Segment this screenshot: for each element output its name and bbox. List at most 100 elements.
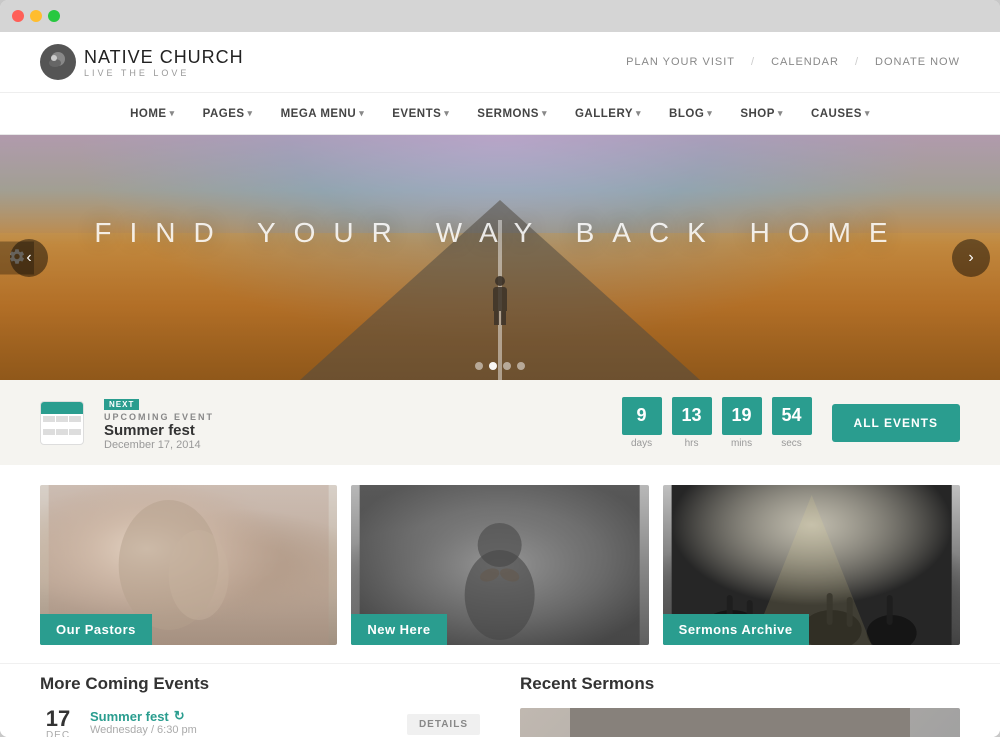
event-date: December 17, 2014 xyxy=(104,439,602,451)
slider-next-btn[interactable]: › xyxy=(952,239,990,277)
featured-card-new-here[interactable]: New Here xyxy=(351,485,648,645)
cal-cell-5 xyxy=(56,429,68,435)
main-nav: HOME ▾ PAGES ▾ MEGA MENU ▾ EVENTS ▾ SERM… xyxy=(0,93,1000,135)
nav-item-megamenu[interactable]: MEGA MENU ▾ xyxy=(267,93,379,135)
featured-card-pastors[interactable]: Our Pastors xyxy=(40,485,337,645)
countdown-mins: 19 mins xyxy=(722,397,762,449)
all-events-button[interactable]: ALL EVENTS xyxy=(832,404,960,442)
figure-leg-left xyxy=(494,311,499,325)
header-divider-1: / xyxy=(751,56,755,68)
nav-item-sermons[interactable]: SERMONS ▾ xyxy=(463,93,561,135)
countdown-hrs: 13 hrs xyxy=(672,397,712,449)
slider-dot-4[interactable] xyxy=(517,362,525,370)
event-details-button[interactable]: DETAILS xyxy=(407,714,480,735)
events-column: More Coming Events 17 DEC Summer fest ↻ … xyxy=(40,674,480,737)
browser-close-btn[interactable] xyxy=(12,10,24,22)
countdown-hrs-label: hrs xyxy=(685,438,699,449)
event-date-box: 17 DEC xyxy=(40,708,76,737)
header-links: PLAN YOUR VISIT / CALENDAR / DONATE NOW xyxy=(626,56,960,68)
cal-icon-header xyxy=(41,402,83,414)
slider-dot-3[interactable] xyxy=(503,362,511,370)
nav-item-blog[interactable]: BLOG ▾ xyxy=(655,93,726,135)
countdown-secs-label: secs xyxy=(781,438,802,449)
countdown-days-label: days xyxy=(631,438,652,449)
event-month-name: DEC xyxy=(40,730,76,737)
featured-card-sermons[interactable]: Sermons Archive xyxy=(663,485,960,645)
upcoming-label: UPCOMING EVENT xyxy=(104,412,602,422)
browser-titlebar xyxy=(0,0,1000,32)
countdown-timer: 9 days 13 hrs 19 mins 54 secs xyxy=(622,397,812,449)
logo-title: NATIVE CHURCH xyxy=(84,47,244,68)
nav-item-shop[interactable]: SHOP ▾ xyxy=(726,93,797,135)
events-heading: More Coming Events xyxy=(40,674,480,694)
nav-item-causes[interactable]: CAUSES ▾ xyxy=(797,93,884,135)
browser-maximize-btn[interactable] xyxy=(48,10,60,22)
countdown-mins-label: mins xyxy=(731,438,752,449)
countdown-hrs-value: 13 xyxy=(672,397,712,435)
event-info: NEXT UPCOMING EVENT Summer fest December… xyxy=(104,394,602,451)
figure-leg-right xyxy=(501,311,506,325)
featured-section: Our Pastors xyxy=(0,465,1000,663)
calendar-link[interactable]: CALENDAR xyxy=(771,56,839,68)
new-here-label: New Here xyxy=(351,614,446,645)
logo-icon xyxy=(40,44,76,80)
nav-item-home[interactable]: HOME ▾ xyxy=(116,93,189,135)
slider-dot-2[interactable] xyxy=(489,362,497,370)
logo-area[interactable]: NATIVE CHURCH LIVE THE LOVE xyxy=(40,44,244,80)
bottom-section: More Coming Events 17 DEC Summer fest ↻ … xyxy=(0,663,1000,737)
cal-cell-2 xyxy=(56,416,68,422)
event-day-num: 17 xyxy=(40,708,76,730)
hero-tagline: FIND YOUR WAY BACK HOME xyxy=(94,217,905,249)
slider-prev-btn[interactable]: ‹ xyxy=(10,239,48,277)
cal-cell-4 xyxy=(43,429,55,435)
event-bar: NEXT UPCOMING EVENT Summer fest December… xyxy=(0,380,1000,465)
cal-cell-6 xyxy=(69,429,81,435)
featured-grid: Our Pastors xyxy=(40,485,960,645)
figure-legs xyxy=(494,311,506,325)
event-item-title: Summer fest ↻ xyxy=(90,708,393,724)
event-next-badge: NEXT xyxy=(104,399,139,410)
nav-arrow-mega: ▾ xyxy=(359,108,364,119)
slider-dot-1[interactable] xyxy=(475,362,483,370)
slider-dots xyxy=(475,362,525,370)
cal-cell-3 xyxy=(69,416,81,422)
donate-link[interactable]: DONATE NOW xyxy=(875,56,960,68)
nav-item-pages[interactable]: PAGES ▾ xyxy=(189,93,267,135)
nav-arrow-pages: ▾ xyxy=(248,108,253,119)
cal-icon-body xyxy=(41,414,83,444)
figure-body xyxy=(493,287,507,311)
nav-arrow-shop: ▾ xyxy=(778,108,783,119)
nav-items-list: HOME ▾ PAGES ▾ MEGA MENU ▾ EVENTS ▾ SERM… xyxy=(116,93,884,135)
site-header: NATIVE CHURCH LIVE THE LOVE PLAN YOUR VI… xyxy=(0,32,1000,93)
nav-item-events[interactable]: EVENTS ▾ xyxy=(378,93,463,135)
browser-window: NATIVE CHURCH LIVE THE LOVE PLAN YOUR VI… xyxy=(0,0,1000,737)
logo-tagline: LIVE THE LOVE xyxy=(84,68,244,78)
browser-minimize-btn[interactable] xyxy=(30,10,42,22)
countdown-secs-value: 54 xyxy=(772,397,812,435)
countdown-mins-value: 19 xyxy=(722,397,762,435)
figure-head xyxy=(495,276,505,286)
hero-scene xyxy=(0,135,1000,380)
refresh-icon: ↻ xyxy=(174,708,185,724)
site-content: NATIVE CHURCH LIVE THE LOVE PLAN YOUR VI… xyxy=(0,32,1000,737)
calendar-icon xyxy=(40,401,84,445)
sermon-preview-image[interactable]: MARCH 7, 2014 xyxy=(520,708,960,737)
event-item-time: Wednesday / 6:30 pm xyxy=(90,724,393,736)
countdown-days: 9 days xyxy=(622,397,662,449)
nav-arrow-sermons: ▾ xyxy=(542,108,547,119)
sermons-heading: Recent Sermons xyxy=(520,674,960,694)
event-list-item: 17 DEC Summer fest ↻ Wednesday / 6:30 pm… xyxy=(40,708,480,737)
nav-arrow-events: ▾ xyxy=(444,108,449,119)
nav-arrow-blog: ▾ xyxy=(707,108,712,119)
nav-item-gallery[interactable]: GALLERY ▾ xyxy=(561,93,655,135)
plan-visit-link[interactable]: PLAN YOUR VISIT xyxy=(626,56,735,68)
pastors-label: Our Pastors xyxy=(40,614,152,645)
nav-arrow-causes: ▾ xyxy=(865,108,870,119)
logo-text: NATIVE CHURCH LIVE THE LOVE xyxy=(84,47,244,78)
hero-figure xyxy=(493,276,507,325)
countdown-days-value: 9 xyxy=(622,397,662,435)
event-item-info: Summer fest ↻ Wednesday / 6:30 pm xyxy=(90,708,393,736)
nav-arrow-home: ▾ xyxy=(170,108,175,119)
nav-arrow-gallery: ▾ xyxy=(636,108,641,119)
countdown-secs: 54 secs xyxy=(772,397,812,449)
